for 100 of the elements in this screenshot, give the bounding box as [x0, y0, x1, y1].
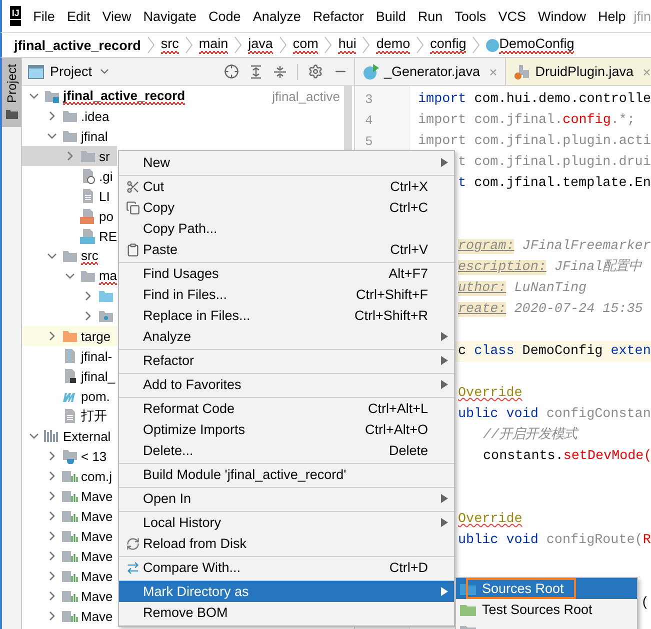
breadcrumb-item[interactable]: java [248, 36, 273, 54]
tree-label: 打开 [81, 407, 107, 425]
settings-icon[interactable] [308, 64, 323, 79]
menu-item[interactable]: Build Module 'jfinal_active_record' [119, 464, 454, 488]
menu-item[interactable]: Analyze [119, 326, 454, 350]
tree-row[interactable]: Mave [22, 566, 117, 586]
tree-row[interactable]: External [22, 426, 117, 446]
tree-row[interactable]: Mave [22, 586, 117, 606]
tree-row[interactable]: jfinal_active_record jfinal_active [22, 86, 354, 106]
line-number: 4 [364, 112, 374, 130]
tree-row[interactable]: ma [22, 266, 117, 286]
tree-row[interactable]: targe [22, 326, 117, 346]
tree-row[interactable]: src [22, 246, 117, 266]
menu-item[interactable]: Run [414, 8, 451, 24]
breadcrumb-item[interactable]: main [198, 36, 228, 54]
tree-label: Mave [81, 488, 113, 504]
menu-item[interactable]: VCS [494, 8, 534, 24]
menu-item[interactable]: Optimize Imports Ctrl+Alt+O [119, 419, 454, 440]
menu-item[interactable]: Analyze [248, 8, 309, 24]
menu-item[interactable]: View [98, 8, 140, 24]
chevron-icon [324, 36, 332, 54]
breadcrumb-item[interactable]: hui [338, 36, 356, 54]
menu-item[interactable]: Navigate [139, 8, 205, 24]
tree-row[interactable]: pom. [22, 386, 117, 406]
menu-item[interactable]: Refactor [119, 350, 454, 374]
menu-item[interactable]: Refactor [308, 8, 372, 24]
submenu-arrow-icon [441, 158, 448, 167]
menu-item[interactable]: Reformat Code Ctrl+Alt+L [119, 398, 454, 419]
menu-item[interactable]: Find Usages Alt+F7 [119, 263, 454, 284]
menu-item[interactable]: Replace in Files... Ctrl+Shift+R [119, 305, 454, 326]
menu-item[interactable]: Delete... Delete [119, 440, 454, 464]
menu-item[interactable]: Local History [119, 512, 454, 533]
menu-item[interactable]: Add to Favorites [119, 374, 454, 398]
tree-row[interactable]: Mave [22, 506, 117, 526]
tree-row[interactable]: Mave [22, 606, 117, 626]
tree-row[interactable]: po [22, 206, 117, 226]
menu-item[interactable]: Paste Ctrl+V [119, 239, 454, 263]
tree-row[interactable]: jfinal [22, 126, 117, 146]
menu-item[interactable]: Find in Files... Ctrl+Shift+F [119, 284, 454, 305]
breadcrumb-item[interactable]: DemoConfig [499, 36, 574, 54]
tree-row[interactable]: jfinal_ [22, 366, 117, 386]
menu-item[interactable]: Open In [119, 488, 454, 512]
tree-row[interactable]: .gi [22, 166, 117, 186]
code-line: import com.hui.demo.controlle [418, 92, 651, 107]
runnable-class-icon [363, 64, 379, 80]
tree-row[interactable]: RE [22, 226, 117, 246]
menu-item[interactable]: File [29, 8, 63, 24]
excluded-folder-icon [62, 329, 78, 343]
tree-row[interactable]: Mave [22, 486, 117, 506]
tree-row[interactable]: LI [22, 186, 117, 206]
menu-item[interactable]: Window [534, 8, 594, 24]
menu-item[interactable]: New [119, 152, 454, 176]
code-line: import com.jfinal.config.*; [418, 113, 635, 128]
panel-title[interactable]: Project [50, 64, 92, 79]
locate-icon[interactable] [224, 64, 239, 79]
menu-item[interactable]: Sources Root [456, 578, 637, 599]
tree-row[interactable]: com.j [22, 466, 117, 486]
app-logo: IJ [10, 6, 22, 26]
chevron-icon [184, 36, 193, 54]
menu-item[interactable]: Test Sources Root [456, 599, 637, 620]
chevron-icon [416, 36, 424, 54]
menu-item[interactable]: Copy Ctrl+C [119, 197, 454, 218]
code-line: t com.jfinal.template.En [458, 176, 651, 191]
submenu-arrow-icon [441, 380, 448, 389]
menu-item[interactable]: Copy Path... [119, 218, 454, 239]
module-hint: jfinal_active [272, 88, 340, 104]
breadcrumb-item[interactable]: config [430, 36, 466, 54]
menu-item[interactable]: Build [372, 8, 414, 24]
code-line: rogram: JFinalFreemarker [458, 239, 651, 254]
menu-item[interactable]: Edit [62, 8, 98, 24]
menu-item[interactable]: Mark Directory as [119, 581, 454, 602]
menu-item[interactable]: Help [594, 8, 634, 24]
menu-item[interactable]: Remove BOM [119, 602, 454, 626]
tree-row[interactable]: 打开 [22, 406, 117, 426]
editor-tab[interactable]: DruidPlugin.java × [506, 58, 651, 85]
tree-label: .idea [81, 108, 110, 124]
collapse-all-icon[interactable] [273, 64, 287, 78]
menu-item[interactable]: Cut Ctrl+X [119, 176, 454, 197]
tree-row[interactable]: sr [22, 146, 117, 166]
expand-all-icon[interactable] [249, 64, 263, 78]
tree-row[interactable]: jfinal- [22, 346, 117, 366]
breadcrumb-item[interactable]: jfinal_active_record [14, 38, 141, 52]
tree-label: Mave [81, 508, 113, 524]
tree-label: jfinal [81, 128, 108, 144]
tree-row[interactable]: Mave [22, 546, 117, 566]
markdown-file-icon [80, 228, 96, 244]
tree-label: RE [98, 228, 117, 244]
menu-item[interactable]: Reload from Disk [119, 533, 454, 557]
project-tool-tab[interactable]: Project [2, 58, 21, 127]
breadcrumb-item[interactable]: demo [376, 36, 410, 54]
menu-item[interactable]: Code [204, 8, 249, 24]
resources-folder-icon [98, 309, 114, 323]
code-line: ublic void configConstan [458, 407, 651, 422]
library-class-icon [514, 64, 530, 80]
tree-label: po [99, 208, 114, 224]
menu-item[interactable]: Tools [450, 8, 494, 24]
tree-row[interactable]: .idea [22, 106, 117, 126]
tree-row[interactable]: < 13 [22, 446, 117, 466]
tree-row[interactable]: Mave [22, 526, 117, 546]
library-icon [62, 549, 78, 563]
